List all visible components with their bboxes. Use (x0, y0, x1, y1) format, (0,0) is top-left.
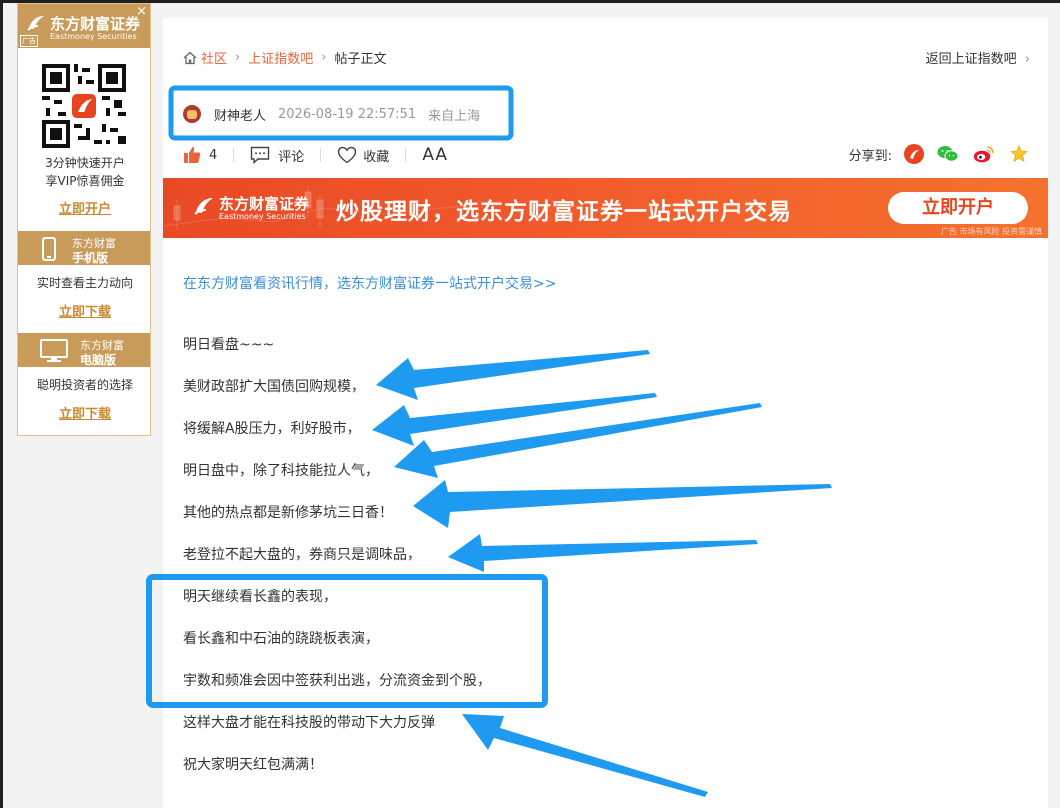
like-button[interactable]: 4 (183, 146, 217, 164)
breadcrumb-forum-link[interactable]: 上证指数吧 (248, 48, 313, 67)
post-line: 将缓解A股压力，利好股市， (183, 421, 361, 437)
avatar[interactable] (183, 105, 201, 123)
ad-tag: 广告 (20, 35, 38, 47)
chevron-right-icon: › (235, 50, 241, 65)
mobile-version-label: 手机版 (72, 251, 109, 265)
share-bar: 分享到: (849, 144, 1030, 164)
pc-version-label: 电脑版 (80, 353, 117, 367)
window-top-edge (0, 0, 1060, 3)
post-line: 祝大家明天红包满满！ (183, 757, 323, 773)
heart-icon (338, 146, 357, 164)
qzone-share-icon[interactable] (1008, 144, 1030, 164)
chevron-right-icon: › (321, 50, 327, 65)
post-line: 这样大盘才能在科技股的带动下大力反弹 (183, 715, 435, 731)
comment-icon (251, 146, 270, 164)
post-line: 老登拉不起大盘的，券商只是调味品， (183, 547, 421, 563)
ad-line-1: 3分钟快速开户 (45, 156, 125, 170)
window-left-edge (0, 0, 3, 808)
breadcrumb-community-link[interactable]: 社区 (201, 48, 227, 67)
like-count: 4 (209, 147, 218, 163)
breadcrumb: 社区 › 上证指数吧 › 帖子正文 (183, 48, 386, 67)
ad-brand-name: 东方财富证券 (50, 15, 141, 33)
left-ad-panel[interactable]: 东方财富证券 Eastmoney Securities × 广告 3分钟快速开户… (17, 3, 151, 436)
mobile-desc: 实时查看主力动向 (36, 276, 133, 290)
banner-brand-en: Eastmoney Securities (219, 212, 306, 221)
back-to-forum-link[interactable]: 返回上证指数吧 › (926, 48, 1030, 67)
divider (233, 148, 235, 162)
back-link-label: 返回上证指数吧 (925, 52, 1017, 67)
ad-close-icon[interactable]: × (136, 4, 147, 19)
pc-version-band: 东方财富 电脑版 (18, 333, 150, 367)
share-label: 分享到: (848, 148, 892, 164)
banner-open-account-button[interactable]: 立即开户 (888, 192, 1028, 224)
divider (320, 148, 322, 162)
thumbs-up-icon (184, 147, 201, 163)
post-line: 美财政部扩大国债回购规模， (183, 379, 365, 395)
home-icon[interactable] (183, 51, 197, 65)
font-size-button[interactable]: AA (422, 145, 448, 165)
post-line: 看长鑫和中石油的跷跷板表演， (183, 631, 379, 647)
post-line: 宇数和频准会因中签获利出逃，分流资金到个股， (183, 673, 491, 689)
post-actions: 4 评论 收藏 AA (183, 144, 448, 166)
qr-code-icon (42, 64, 126, 148)
wechat-share-icon[interactable] (936, 144, 960, 164)
post-panel: 社区 › 上证指数吧 › 帖子正文 返回上证指数吧 › 财神老人 2026-08… (163, 18, 1048, 808)
weibo-share-icon[interactable] (972, 144, 996, 164)
post-line: 其他的热点都是新修茅坑三日香！ (183, 505, 393, 521)
banner-slogan: 炒股理财，选东方财富证券一站式开户交易 (336, 199, 792, 225)
favorite-button[interactable]: 收藏 (337, 146, 389, 165)
divider (405, 148, 407, 162)
font-size-label: AA (422, 145, 449, 165)
comment-button[interactable]: 评论 (250, 146, 304, 165)
mobile-version-band: 东方财富 手机版 (18, 231, 150, 265)
banner-brand: 东方财富证券 (219, 195, 310, 213)
favorite-label: 收藏 (363, 149, 390, 165)
promo-banner[interactable]: 东方财富证券 Eastmoney Securities 炒股理财，选东方财富证券… (163, 178, 1048, 238)
pc-desc: 聪明投资者的选择 (36, 378, 133, 392)
post-line: 明日盘中，除了科技能拉人气， (183, 463, 379, 479)
eastmoney-share-icon[interactable] (904, 144, 924, 164)
post-line: 明日看盘~~~ (183, 337, 275, 353)
author-name[interactable]: 财神老人 (214, 105, 266, 124)
pc-download-link[interactable]: 立即下载 (18, 403, 152, 422)
mobile-download-link[interactable]: 立即下载 (18, 301, 152, 320)
chevron-right-icon: › (1024, 52, 1030, 67)
eastmoney-logo-icon (194, 198, 213, 215)
eastmoney-logo-icon (27, 16, 44, 31)
post-location: 来自上海 (428, 108, 481, 124)
breadcrumb-current: 帖子正文 (334, 52, 387, 67)
open-account-link[interactable]: 立即开户 (18, 198, 152, 217)
post-line: 明天继续看长鑫的表现， (183, 589, 337, 605)
comment-label: 评论 (278, 149, 305, 165)
mobile-phone-icon (42, 237, 56, 261)
desktop-monitor-icon (40, 339, 68, 362)
promo-link[interactable]: 在东方财富看资讯行情，选东方财富证券一站式开户交易>> (183, 273, 556, 293)
post-timestamp: 2026-08-19 22:57:51 (278, 106, 417, 122)
ad-line-2: 享VIP惊喜佣金 (45, 174, 125, 188)
ad-brand-en: Eastmoney Securities (50, 32, 137, 41)
author-row: 财神老人 2026-08-19 22:57:51 来自上海 (183, 103, 480, 125)
banner-ad-disclaimer: 广告 市场有风险 投资需谨慎 (940, 227, 1042, 236)
ad-header: 东方财富证券 Eastmoney Securities × 广告 (18, 4, 150, 48)
